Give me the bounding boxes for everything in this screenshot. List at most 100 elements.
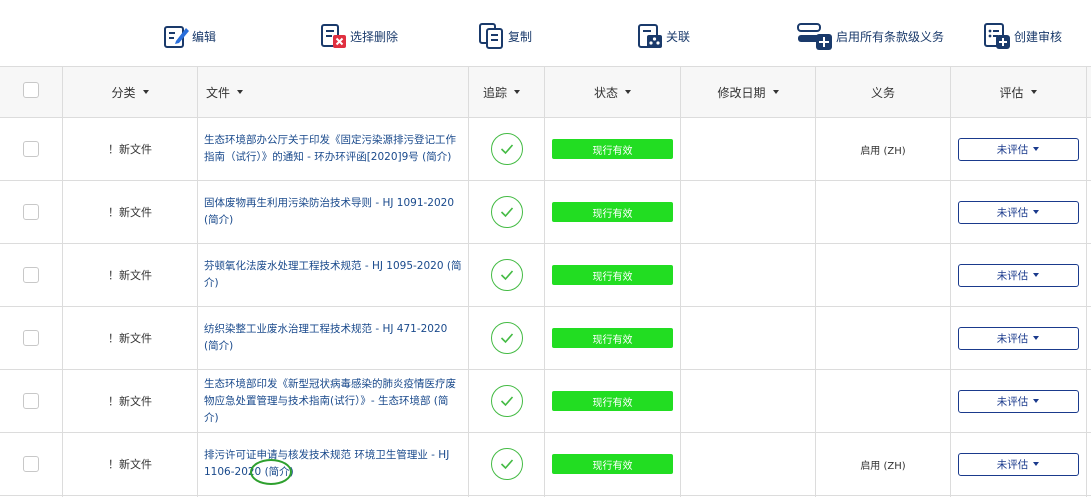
evaluation-cell: 未评估 [951, 181, 1085, 243]
header-file[interactable]: 文件 [198, 67, 468, 117]
document-link[interactable]: 纺织染整工业废水治理工程技术规范 - HJ 471-2020 (简介) [204, 323, 447, 352]
duty-cell [816, 307, 950, 369]
copy-icon [478, 22, 506, 50]
column-divider [1086, 66, 1087, 497]
document-link[interactable]: 生态环境部办公厅关于印发《固定污染源排污登记工作指南（试行）》的通知 - 环办环… [204, 134, 456, 163]
category-cell: ！新文件 [63, 181, 197, 243]
row-checkbox[interactable] [23, 267, 39, 283]
track-toggle[interactable] [490, 196, 523, 228]
table-header: 分类 文件 追踪 状态 修改日期 义务 评估 [0, 66, 1091, 118]
evaluation-cell: 未评估 [951, 307, 1085, 369]
create-review-button[interactable]: 创建审核 [982, 22, 1062, 50]
table-row: ！新文件 生态环境部办公厅关于印发《固定污染源排污登记工作指南（试行）》的通知 -… [0, 118, 1091, 181]
file-cell: 固体废物再生利用污染防治技术导则 - HJ 1091-2020 (简介) [198, 181, 468, 243]
evaluation-dropdown[interactable]: 未评估 [957, 389, 1079, 413]
modified-cell [681, 433, 815, 495]
link-button[interactable]: 关联 [636, 22, 690, 50]
header-evaluation-label: 评估 [999, 85, 1024, 100]
row-checkbox[interactable] [23, 456, 39, 472]
status-cell: 现行有效 [545, 181, 680, 243]
document-link[interactable]: 生态环境部印发《新型冠状病毒感染的肺炎疫情医疗废物应急处置管理与技术指南(试行）… [204, 378, 456, 424]
status-badge: 现行有效 [552, 328, 673, 348]
row-checkbox[interactable] [23, 330, 39, 346]
file-cell: 生态环境部办公厅关于印发《固定污染源排污登记工作指南（试行）》的通知 - 环办环… [198, 118, 468, 180]
status-cell: 现行有效 [545, 118, 680, 180]
table-row: ！新文件 纺织染整工业废水治理工程技术规范 - HJ 471-2020 (简介) 现… [0, 307, 1091, 370]
status-cell: 现行有效 [545, 433, 680, 495]
duty-cell: 启用 (ZH) [816, 433, 950, 495]
chevron-down-icon [1033, 273, 1040, 277]
enable-duty-icon [796, 22, 834, 50]
chevron-down-icon [1033, 147, 1040, 151]
enable-all-duties-button[interactable]: 启用所有条款级义务 [796, 22, 944, 50]
header-evaluation[interactable]: 评估 [951, 67, 1085, 117]
column-divider [950, 66, 951, 497]
track-toggle[interactable] [490, 322, 523, 354]
sort-caret-icon [237, 90, 244, 94]
edit-icon [162, 22, 190, 50]
document-link[interactable]: 排污许可证申请与核发技术规范 环境卫生管理业 - HJ 1106-2020 (简… [204, 449, 449, 478]
document-link[interactable]: 固体废物再生利用污染防治技术导则 - HJ 1091-2020 (简介) [204, 197, 454, 226]
delete-icon [320, 22, 348, 50]
header-modified[interactable]: 修改日期 [681, 67, 815, 117]
category-cell: ！新文件 [63, 118, 197, 180]
file-cell: 排污许可证申请与核发技术规范 环境卫生管理业 - HJ 1106-2020 (简… [198, 433, 468, 495]
header-track[interactable]: 追踪 [469, 67, 544, 117]
enable-all-duties-label: 启用所有条款级义务 [836, 29, 945, 44]
header-duty: 义务 [816, 67, 950, 117]
file-cell: 生态环境部印发《新型冠状病毒感染的肺炎疫情医疗废物应急处置管理与技术指南(试行）… [198, 370, 468, 432]
duty-cell: 启用 (ZH) [816, 118, 950, 180]
column-divider [815, 66, 816, 497]
header-status[interactable]: 状态 [545, 67, 680, 117]
modified-cell [681, 181, 815, 243]
status-cell: 现行有效 [545, 307, 680, 369]
check-icon [500, 144, 513, 155]
category-cell: ！新文件 [63, 244, 197, 306]
track-toggle[interactable] [490, 385, 523, 417]
table-row: ！新文件 生态环境部印发《新型冠状病毒感染的肺炎疫情医疗废物应急处置管理与技术指南… [0, 370, 1091, 433]
evaluation-cell: 未评估 [951, 244, 1085, 306]
header-category[interactable]: 分类 [63, 67, 197, 117]
status-cell: 现行有效 [545, 244, 680, 306]
toolbar: 编辑 选择删除 复制 关联 启用所有条款级义务 创建审核 [0, 0, 1091, 66]
row-checkbox[interactable] [23, 141, 39, 157]
evaluation-cell: 未评估 [951, 433, 1085, 495]
file-cell: 纺织染整工业废水治理工程技术规范 - HJ 471-2020 (简介) [198, 307, 468, 369]
row-select-cell [0, 244, 62, 306]
delete-selected-button[interactable]: 选择删除 [320, 22, 398, 50]
category-text: ！新文件 [108, 269, 152, 282]
track-toggle[interactable] [490, 259, 523, 291]
create-review-label: 创建审核 [1014, 29, 1063, 44]
check-icon [500, 459, 513, 470]
evaluation-dropdown[interactable]: 未评估 [957, 200, 1079, 224]
check-icon [500, 207, 513, 218]
chevron-down-icon [1033, 336, 1040, 340]
edit-button[interactable]: 编辑 [162, 22, 216, 50]
evaluation-dropdown[interactable]: 未评估 [957, 137, 1079, 161]
duty-cell [816, 244, 950, 306]
row-select-cell [0, 307, 62, 369]
evaluation-label: 未评估 [996, 395, 1029, 408]
row-checkbox[interactable] [23, 393, 39, 409]
column-divider [62, 66, 63, 497]
evaluation-dropdown[interactable]: 未评估 [957, 452, 1079, 476]
chevron-down-icon [1033, 210, 1040, 214]
track-toggle[interactable] [490, 448, 523, 480]
create-review-icon [982, 22, 1012, 50]
select-all-checkbox[interactable] [23, 81, 39, 98]
evaluation-dropdown[interactable]: 未评估 [957, 326, 1079, 350]
document-link[interactable]: 芬顿氧化法废水处理工程技术规范 - HJ 1095-2020 (简介) [204, 260, 461, 289]
row-checkbox[interactable] [23, 204, 39, 220]
track-toggle[interactable] [490, 133, 523, 165]
category-text: ！新文件 [108, 458, 152, 471]
category-cell: ！新文件 [63, 307, 197, 369]
row-select-cell [0, 118, 62, 180]
check-icon [500, 270, 513, 281]
copy-button[interactable]: 复制 [478, 22, 532, 50]
evaluation-label: 未评估 [996, 458, 1029, 471]
delete-selected-label: 选择删除 [350, 29, 399, 44]
evaluation-dropdown[interactable]: 未评估 [957, 263, 1079, 287]
status-badge: 现行有效 [552, 139, 673, 159]
copy-label: 复制 [508, 29, 533, 44]
sort-caret-icon [772, 90, 779, 94]
